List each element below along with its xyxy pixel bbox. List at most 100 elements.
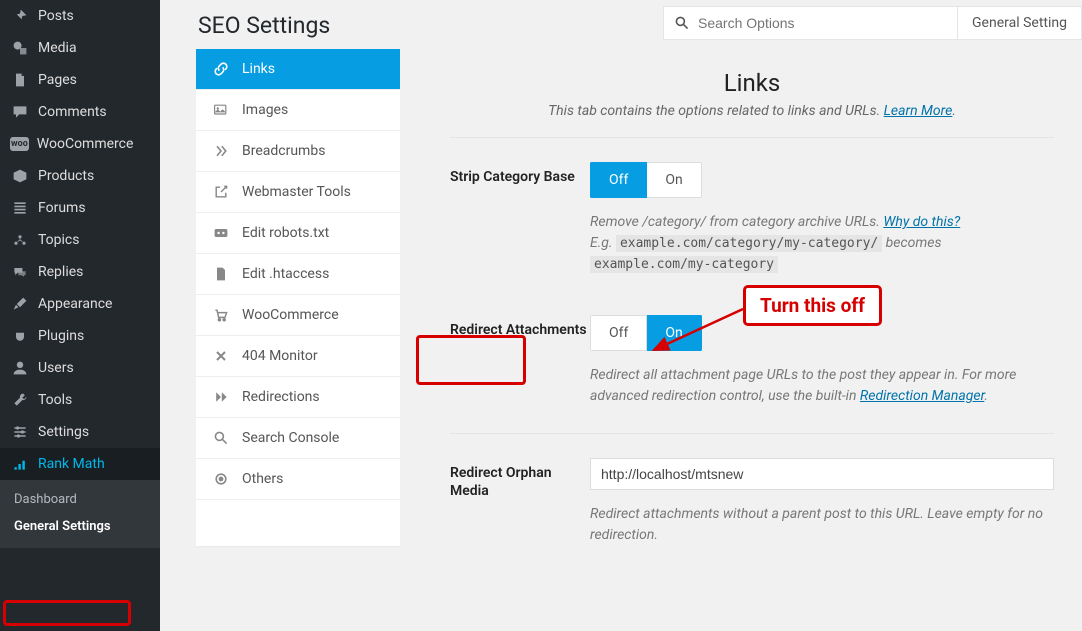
- strip-on[interactable]: On: [647, 162, 701, 198]
- menu-posts[interactable]: Posts: [0, 0, 160, 32]
- tab-label: Breadcrumbs: [242, 143, 325, 159]
- media-icon: [10, 40, 30, 56]
- pin-icon: [10, 8, 30, 24]
- menu-rankmath[interactable]: Rank Math: [0, 448, 160, 480]
- external-icon: [210, 184, 232, 200]
- search-input[interactable]: [698, 15, 947, 31]
- menu-label: Posts: [38, 8, 74, 24]
- file-icon: [210, 266, 232, 282]
- menu-label: WooCommerce: [37, 136, 134, 152]
- menu-topics[interactable]: Topics: [0, 224, 160, 256]
- menu-label: Products: [38, 168, 94, 184]
- learn-more-link[interactable]: Learn More: [884, 103, 953, 119]
- menu-label: Comments: [38, 104, 107, 120]
- field-label: Redirect Attachments: [450, 315, 590, 407]
- woo-icon: woo: [10, 137, 29, 151]
- submenu-dashboard[interactable]: Dashboard: [0, 486, 160, 513]
- general-settings-button[interactable]: General Setting: [958, 6, 1082, 40]
- panel-subtitle: This tab contains the options related to…: [450, 103, 1054, 119]
- tab-robots[interactable]: Edit robots.txt: [196, 213, 400, 254]
- search-icon: [674, 15, 690, 31]
- settings-panel: Links This tab contains the options rela…: [400, 49, 1082, 546]
- tab-label: 404 Monitor: [242, 348, 318, 364]
- field-label: Strip Category Base: [450, 162, 590, 275]
- tab-breadcrumbs[interactable]: Breadcrumbs: [196, 131, 400, 172]
- tab-label: Links: [242, 61, 275, 77]
- panel-title: Links: [450, 69, 1054, 97]
- tab-404[interactable]: 404 Monitor: [196, 336, 400, 377]
- tab-label: Redirections: [242, 389, 320, 405]
- tab-label: Search Console: [242, 430, 339, 446]
- annotation-callout: Turn this off: [743, 285, 882, 326]
- settings-tabs: Links Images Breadcrumbs Webmaster Tools…: [196, 49, 400, 546]
- plug-icon: [10, 328, 30, 344]
- menu-media[interactable]: Media: [0, 32, 160, 64]
- menu-forums[interactable]: Forums: [0, 192, 160, 224]
- menu-plugins[interactable]: Plugins: [0, 320, 160, 352]
- tab-label: Edit robots.txt: [242, 225, 329, 241]
- cart-icon: [210, 307, 232, 323]
- strip-toggle: Off On: [590, 162, 702, 198]
- menu-label: Plugins: [38, 328, 84, 344]
- menu-label: Media: [38, 40, 77, 56]
- why-link[interactable]: Why do this?: [883, 214, 960, 230]
- tab-label: Webmaster Tools: [242, 184, 351, 200]
- redirect-help: Redirect all attachment page URLs to the…: [590, 365, 1054, 407]
- content-area: SEO Settings General Setting Links Image…: [160, 0, 1082, 631]
- top-bar: General Setting: [663, 6, 1082, 40]
- menu-label: Topics: [38, 232, 79, 248]
- tab-search-console[interactable]: Search Console: [196, 418, 400, 459]
- robots-icon: [210, 225, 232, 241]
- forward-icon: [210, 389, 232, 405]
- page-icon: [10, 72, 30, 88]
- menu-label: Appearance: [38, 296, 112, 312]
- user-icon: [10, 360, 30, 376]
- tab-label: Edit .htaccess: [242, 266, 329, 282]
- strip-off[interactable]: Off: [590, 162, 647, 198]
- menu-tools[interactable]: Tools: [0, 384, 160, 416]
- rankmath-submenu: Dashboard General Settings: [0, 480, 160, 548]
- tab-links[interactable]: Links: [196, 49, 400, 90]
- link-icon: [210, 61, 232, 77]
- search-icon: [210, 430, 232, 446]
- menu-label: Rank Math: [38, 456, 105, 472]
- chart-icon: [10, 456, 30, 472]
- wp-admin-sidebar: Posts Media Pages Comments woo WooCommer…: [0, 0, 160, 631]
- menu-products[interactable]: Products: [0, 160, 160, 192]
- tab-htaccess[interactable]: Edit .htaccess: [196, 254, 400, 295]
- tab-others[interactable]: Others: [196, 459, 400, 500]
- comment-icon: [10, 104, 30, 120]
- menu-woocommerce[interactable]: woo WooCommerce: [0, 128, 160, 160]
- orphan-help: Redirect attachments without a parent po…: [590, 504, 1054, 546]
- redirect-on[interactable]: On: [647, 315, 701, 351]
- menu-label: Replies: [38, 264, 83, 280]
- brush-icon: [10, 296, 30, 312]
- submenu-general-settings[interactable]: General Settings: [0, 513, 160, 540]
- menu-replies[interactable]: Replies: [0, 256, 160, 288]
- menu-comments[interactable]: Comments: [0, 96, 160, 128]
- field-label: Redirect Orphan Media: [450, 458, 590, 546]
- tab-redirections[interactable]: Redirections: [196, 377, 400, 418]
- redirect-off[interactable]: Off: [590, 315, 647, 351]
- menu-pages[interactable]: Pages: [0, 64, 160, 96]
- x-icon: [210, 348, 232, 364]
- menu-settings[interactable]: Settings: [0, 416, 160, 448]
- orphan-url-input[interactable]: [590, 458, 1054, 490]
- box-icon: [10, 168, 30, 184]
- redirection-manager-link[interactable]: Redirection Manager: [860, 388, 984, 404]
- menu-users[interactable]: Users: [0, 352, 160, 384]
- tab-label: WooCommerce: [242, 307, 339, 323]
- wrench-icon: [10, 392, 30, 408]
- menu-label: Forums: [38, 200, 86, 216]
- tab-woocommerce[interactable]: WooCommerce: [196, 295, 400, 336]
- tab-webmaster[interactable]: Webmaster Tools: [196, 172, 400, 213]
- tab-images[interactable]: Images: [196, 90, 400, 131]
- forums-icon: [10, 200, 30, 216]
- images-icon: [210, 102, 232, 118]
- strip-help: Remove /category/ from category archive …: [590, 212, 1054, 275]
- tab-label: Images: [242, 102, 288, 118]
- menu-label: Users: [38, 360, 74, 376]
- menu-appearance[interactable]: Appearance: [0, 288, 160, 320]
- search-options[interactable]: [663, 6, 958, 40]
- replies-icon: [10, 264, 30, 280]
